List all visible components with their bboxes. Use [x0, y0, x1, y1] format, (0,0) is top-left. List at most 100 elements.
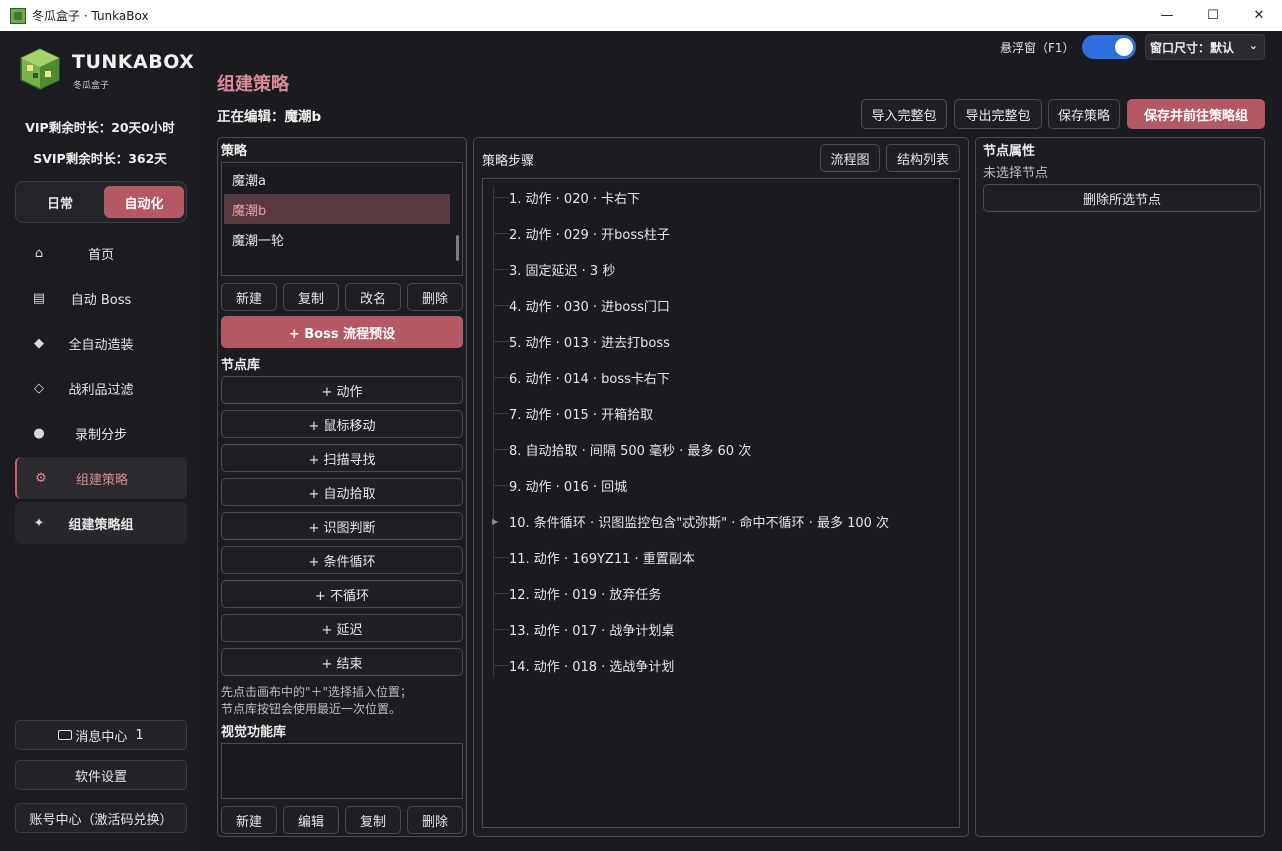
add-no-loop-node-button[interactable]: + 不循环 — [221, 580, 463, 608]
tree-tick — [493, 340, 509, 342]
save-strategy-button[interactable]: 保存策略 — [1048, 99, 1120, 129]
float-window-toggle[interactable] — [1082, 35, 1136, 59]
add-action-node-button[interactable]: + 动作 — [221, 376, 463, 404]
strategy-item[interactable]: 魔潮a — [224, 164, 450, 194]
step-row[interactable]: 2. 动作 · 029 · 开boss柱子 — [483, 215, 953, 251]
step-text: 13. 动作 · 017 · 战争计划桌 — [509, 623, 675, 639]
tunkabox-logo-icon — [20, 48, 60, 90]
mail-icon — [58, 730, 73, 740]
nav-item-record-steps[interactable]: ● 录制分步 — [15, 412, 187, 454]
vision-delete-button[interactable]: 删除 — [407, 806, 463, 834]
svip-remaining: SVIP剩余时长：362天 — [33, 151, 167, 166]
add-delay-node-button[interactable]: + 延迟 — [221, 614, 463, 642]
message-count-badge: 1 — [135, 727, 144, 743]
mode-auto-button[interactable]: 自动化 — [104, 186, 184, 218]
nav-item-loot-filter[interactable]: ◇ 战利品过滤 — [15, 367, 187, 409]
window-size-value: 窗口尺寸：默认 — [1150, 40, 1235, 55]
vision-new-button[interactable]: 新建 — [221, 806, 277, 834]
strategy-steps-label: 策略步骤 — [482, 154, 535, 169]
strategy-delete-button[interactable]: 删除 — [407, 283, 463, 311]
tree-tick — [493, 484, 509, 486]
add-end-node-button[interactable]: + 结束 — [221, 648, 463, 676]
export-package-button[interactable]: 导出完整包 — [954, 99, 1042, 129]
nav-item-label: 录制分步 — [74, 427, 127, 443]
record-dot-icon: ● — [33, 425, 45, 441]
maximize-button[interactable]: ☐ — [1190, 0, 1236, 31]
chevron-down-icon: ⌄ — [1248, 39, 1258, 52]
step-text: 10. 条件循环 · 识图监控包含"忒弥斯" · 命中不循环 · 最多 100 … — [509, 515, 890, 531]
add-condition-loop-node-button[interactable]: + 条件循环 — [221, 546, 463, 574]
nav-item-auto-craft[interactable]: ◆ 全自动造装 — [15, 322, 187, 364]
add-auto-pickup-node-button[interactable]: + 自动拾取 — [221, 478, 463, 506]
add-mouse-move-node-button[interactable]: + 鼠标移动 — [221, 410, 463, 438]
expand-arrow-icon[interactable]: ▶ — [492, 517, 498, 526]
delete-selected-nodes-button[interactable]: 删除所选节点 — [983, 184, 1261, 212]
nav-item-build-strategy-group[interactable]: ✦ 组建策略组 — [15, 502, 187, 544]
message-center-label: 消息中心 — [75, 729, 128, 745]
strategy-rename-button[interactable]: 改名 — [345, 283, 401, 311]
home-icon: ⌂ — [34, 245, 44, 261]
list-icon: ▤ — [32, 290, 46, 306]
diamond-filled-icon: ◆ — [34, 335, 44, 351]
nav-item-auto-boss[interactable]: ▤ 自动 Boss — [15, 277, 187, 319]
nav-item-label: 组建策略 — [75, 472, 128, 488]
vision-edit-button[interactable]: 编辑 — [283, 806, 339, 834]
window-title: 冬瓜盒子 · TunkaBox — [32, 9, 149, 23]
strategy-section-label: 策略 — [221, 144, 248, 159]
flowchart-view-button[interactable]: 流程图 — [820, 144, 880, 172]
step-row[interactable]: 14. 动作 · 018 · 选战争计划 — [483, 647, 953, 683]
step-row[interactable]: 3. 固定延迟 · 3 秒 — [483, 251, 953, 287]
strategy-item-selected[interactable]: 魔潮b — [224, 194, 450, 224]
add-image-check-node-button[interactable]: + 识图判断 — [221, 512, 463, 540]
step-row[interactable]: 12. 动作 · 019 · 放弃任务 — [483, 575, 953, 611]
boss-flow-preset-button[interactable]: + Boss 流程预设 — [221, 316, 463, 348]
account-center-button[interactable]: 账号中心（激活码兑换） — [15, 803, 187, 833]
software-settings-button[interactable]: 软件设置 — [15, 760, 187, 790]
step-text: 4. 动作 · 030 · 进boss门口 — [509, 299, 670, 315]
step-text: 3. 固定延迟 · 3 秒 — [509, 263, 616, 279]
step-row[interactable]: ▶ 10. 条件循环 · 识图监控包含"忒弥斯" · 命中不循环 · 最多 100… — [483, 503, 953, 539]
strategy-new-button[interactable]: 新建 — [221, 283, 277, 311]
step-row[interactable]: 8. 自动拾取 · 间隔 500 毫秒 · 最多 60 次 — [483, 431, 953, 467]
window-size-select[interactable]: 窗口尺寸：默认 ⌄ — [1145, 34, 1265, 60]
add-scan-node-button[interactable]: + 扫描寻找 — [221, 444, 463, 472]
scrollbar-thumb[interactable] — [456, 235, 459, 261]
import-package-button[interactable]: 导入完整包 — [861, 99, 947, 129]
step-row[interactable]: 7. 动作 · 015 · 开箱拾取 — [483, 395, 953, 431]
step-row[interactable]: 9. 动作 · 016 · 回城 — [483, 467, 953, 503]
step-text: 7. 动作 · 015 · 开箱拾取 — [509, 407, 654, 423]
nav-item-label: 全自动造装 — [68, 337, 134, 353]
strategy-copy-button[interactable]: 复制 — [283, 283, 339, 311]
mode-switch: 日常 自动化 — [15, 181, 187, 223]
title-bar: 冬瓜盒子 · TunkaBox — ☐ ✕ — [0, 0, 1282, 31]
app-icon — [10, 7, 26, 24]
vision-copy-button[interactable]: 复制 — [345, 806, 401, 834]
step-row[interactable]: 11. 动作 · 169YZ11 · 重置副本 — [483, 539, 953, 575]
step-text: 8. 自动拾取 · 间隔 500 毫秒 · 最多 60 次 — [509, 443, 752, 459]
step-text: 9. 动作 · 016 · 回城 — [509, 479, 628, 495]
step-row[interactable]: 1. 动作 · 020 · 卡右下 — [483, 179, 953, 215]
step-row[interactable]: 13. 动作 · 017 · 战争计划桌 — [483, 611, 953, 647]
tree-tick — [493, 412, 509, 414]
message-center-button[interactable]: 消息中心 1 — [15, 720, 187, 750]
nav-item-label: 自动 Boss — [70, 292, 132, 308]
strategy-item[interactable]: 魔潮一轮 — [224, 224, 450, 254]
mode-daily-button[interactable]: 日常 — [20, 186, 100, 218]
vision-library-label: 视觉功能库 — [221, 725, 287, 740]
step-row[interactable]: 4. 动作 · 030 · 进boss门口 — [483, 287, 953, 323]
step-row[interactable]: 5. 动作 · 013 · 进去打boss — [483, 323, 953, 359]
close-button[interactable]: ✕ — [1236, 0, 1282, 31]
tree-tick — [493, 232, 509, 234]
nav-item-home[interactable]: ⌂ 首页 — [15, 232, 187, 274]
structure-list-view-button[interactable]: 结构列表 — [886, 144, 960, 172]
tree-tick — [493, 376, 509, 378]
step-row[interactable]: 6. 动作 · 014 · boss卡右下 — [483, 359, 953, 395]
hint-line-1: 先点击画布中的"＋"选择插入位置； — [221, 685, 413, 699]
save-and-go-button[interactable]: 保存并前往策略组 — [1127, 99, 1265, 129]
vip-remaining: VIP剩余时长：20天0小时 — [25, 120, 175, 135]
vision-library-list[interactable] — [221, 743, 463, 799]
tree-tick — [493, 592, 509, 594]
strategy-list[interactable]: 魔潮a 魔潮b 魔潮一轮 — [221, 162, 463, 276]
nav-item-build-strategy[interactable]: ⚙ 组建策略 — [15, 457, 187, 499]
minimize-button[interactable]: — — [1144, 0, 1190, 31]
